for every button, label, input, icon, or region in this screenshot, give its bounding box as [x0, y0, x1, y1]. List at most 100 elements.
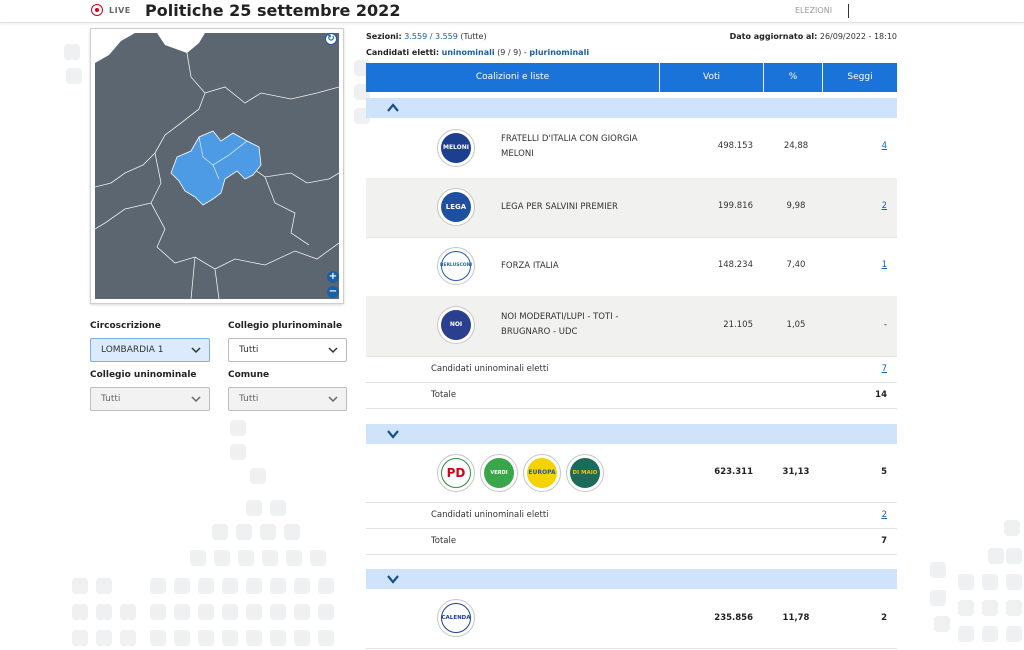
- pd-logo-text: PD: [441, 458, 471, 488]
- totale-seggi: 7: [881, 536, 887, 546]
- coalition-2-uninominali-row: Candidati uninominali eletti 2: [366, 503, 897, 529]
- uninominale-select[interactable]: Tutti: [90, 387, 210, 411]
- list-seggi-link[interactable]: 2: [882, 201, 887, 211]
- list-seggi: -: [883, 320, 887, 330]
- list-name: FORZA ITALIA: [501, 261, 559, 271]
- list-perc: 1,05: [786, 320, 806, 330]
- fi-logo: BERLUSCONI: [437, 247, 475, 285]
- chevron-down-icon: [387, 575, 399, 584]
- col-voti: Voti: [703, 72, 720, 82]
- candidati-info: Candidati eletti: uninominali (9 / 9) - …: [366, 48, 589, 57]
- azione-italia-viva-logo: CALENDA: [437, 599, 475, 637]
- uninominali-label: Candidati uninominali eletti: [431, 364, 549, 374]
- map-canvas[interactable]: [95, 33, 339, 299]
- uninominali-link[interactable]: uninominali: [442, 48, 495, 57]
- plurinominale-value: Tutti: [239, 345, 259, 355]
- plurinominale-label: Collegio plurinominale: [228, 321, 343, 331]
- list-voti: 148.234: [717, 260, 753, 270]
- live-label: LIVE: [109, 6, 131, 15]
- chevron-up-icon: [387, 103, 399, 112]
- circoscrizione-value: LOMBARDIA 1: [101, 345, 164, 355]
- uninominale-value: Tutti: [101, 394, 121, 404]
- col-coalizioni: Coalizioni e liste: [475, 72, 550, 82]
- sezioni-label: Sezioni:: [366, 32, 402, 41]
- uninominale-label: Collegio uninominale: [90, 370, 197, 380]
- results-table-header: Coalizioni e liste Voti % Seggi: [366, 63, 897, 92]
- list-name: NOI MODERATI/LUPI - TOTI - BRUGNARO - UD…: [501, 312, 619, 337]
- header-right-label[interactable]: ELEZIONI: [795, 6, 832, 15]
- zoom-in-icon[interactable]: +: [327, 271, 339, 283]
- circoscrizione-label: Circoscrizione: [90, 321, 161, 331]
- coalition-seggi: 5: [881, 467, 887, 477]
- aggiornato-label: Dato aggiornato al:: [729, 32, 818, 41]
- list-perc: 7,40: [786, 260, 806, 270]
- list-row-noi-moderati: NOI NOI MODERATI/LUPI - TOTI - BRUGNARO …: [366, 296, 897, 357]
- impegno-civico-logo: DI MAIO: [566, 454, 604, 492]
- page-title: Politiche 25 settembre 2022: [145, 1, 401, 20]
- plurinominali-link[interactable]: plurinominali: [529, 48, 589, 57]
- comune-select[interactable]: Tutti: [228, 387, 347, 411]
- lega-logo-text: LEGA: [441, 192, 471, 222]
- coalition-2-totale-row: Totale 7: [366, 529, 897, 555]
- chevron-down-icon: [191, 347, 201, 354]
- list-row-fdi: MELONI FRATELLI D'ITALIA CON GIORGIA MEL…: [366, 119, 897, 179]
- aggiornato-info: Dato aggiornato al: 26/09/2022 - 18:10: [730, 32, 897, 41]
- col-perc: %: [788, 72, 798, 82]
- coalition-voti: 623.311: [714, 467, 753, 477]
- coalition-2-toggle[interactable]: [366, 424, 897, 444]
- list-perc: 24,88: [783, 141, 809, 151]
- header-divider: [848, 4, 849, 18]
- coalition-3-toggle[interactable]: [366, 569, 897, 589]
- list-voti: 21.105: [723, 320, 753, 330]
- coalition-perc: 11,78: [782, 613, 810, 623]
- chevron-down-icon: [387, 430, 399, 439]
- col-seggi: Seggi: [847, 72, 873, 82]
- uninominali-seggi-link[interactable]: 2: [882, 510, 887, 520]
- coalition-seggi: 2: [881, 613, 887, 623]
- zoom-out-icon[interactable]: −: [327, 286, 339, 298]
- coalition-voti: 235.856: [714, 613, 753, 623]
- plurinominale-select[interactable]: Tutti: [228, 338, 347, 362]
- circoscrizione-select[interactable]: LOMBARDIA 1: [90, 338, 210, 362]
- list-row-lega: LEGA LEGA PER SALVINI PREMIER 199.816 9,…: [366, 178, 897, 238]
- list-name: LEGA PER SALVINI PREMIER: [501, 202, 618, 212]
- region-map[interactable]: ↻ + −: [90, 28, 344, 304]
- lega-logo: LEGA: [437, 188, 475, 226]
- noi-logo-text: NOI: [441, 310, 471, 340]
- totale-seggi: 14: [875, 390, 887, 400]
- list-seggi-link[interactable]: 4: [882, 141, 887, 151]
- coalition-3-row: CALENDA 235.856 11,78 2: [366, 590, 897, 649]
- uninominali-label: Candidati uninominali eletti: [431, 510, 549, 520]
- uninominali-seggi-link[interactable]: 7: [882, 364, 887, 374]
- verdi-sinistra-logo: VERDI: [480, 454, 518, 492]
- list-voti: 199.816: [717, 201, 753, 211]
- sezioni-value: 3.559 / 3.559: [404, 32, 458, 41]
- pd-logo: PD: [437, 454, 475, 492]
- piu-europa-logo: EUROPA: [523, 454, 561, 492]
- top-header: LIVE Politiche 25 settembre 2022 ELEZION…: [0, 0, 1024, 23]
- fdi-logo: MELONI: [437, 129, 475, 167]
- coalition-1-uninominali-row: Candidati uninominali eletti 7: [366, 357, 897, 383]
- list-seggi-link[interactable]: 1: [882, 260, 887, 270]
- verdi-logo-text: VERDI: [484, 458, 514, 488]
- list-row-fi: BERLUSCONI FORZA ITALIA 148.234 7,40 1: [366, 237, 897, 297]
- impegno-logo-text: DI MAIO: [570, 458, 600, 488]
- fdi-logo-text: MELONI: [441, 133, 471, 163]
- totale-label: Totale: [431, 536, 457, 546]
- totale-label: Totale: [431, 390, 457, 400]
- refresh-icon[interactable]: ↻: [325, 33, 337, 45]
- coalition-1-toggle[interactable]: [366, 98, 897, 118]
- candidati-label: Candidati eletti:: [366, 48, 440, 57]
- list-perc: 9,98: [786, 201, 806, 211]
- fi-logo-text: BERLUSCONI: [440, 251, 472, 281]
- sezioni-info: Sezioni: 3.559 / 3.559 (Tutte): [366, 32, 487, 41]
- noi-moderati-logo: NOI: [437, 306, 475, 344]
- aggiornato-value: 26/09/2022 - 18:10: [819, 32, 897, 41]
- chevron-down-icon: [191, 396, 201, 403]
- comune-value: Tutti: [239, 394, 259, 404]
- comune-label: Comune: [228, 370, 270, 380]
- list-name: FRATELLI D'ITALIA CON GIORGIA MELONI: [501, 134, 638, 159]
- live-indicator-icon: [91, 4, 103, 16]
- uninominali-count: (9 / 9) -: [497, 48, 527, 57]
- coalition-1-totale-row: Totale 14: [366, 383, 897, 409]
